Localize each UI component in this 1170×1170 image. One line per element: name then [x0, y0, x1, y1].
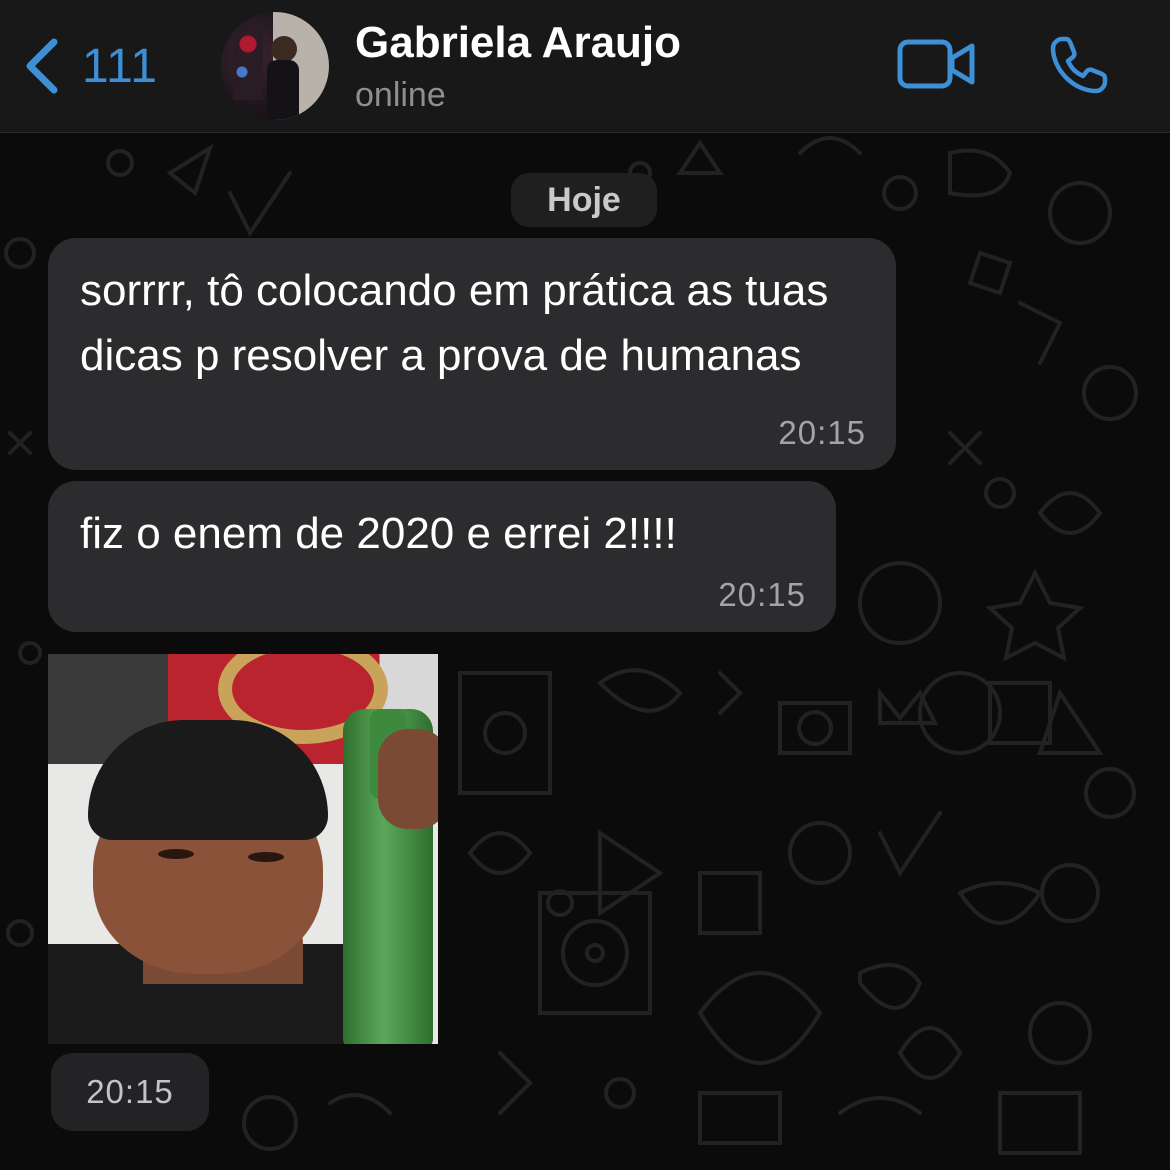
back-button[interactable]: 111 [22, 34, 172, 98]
image-message[interactable] [48, 654, 438, 1044]
contact-name[interactable]: Gabriela Araujo [355, 18, 681, 68]
chat-area[interactable]: Hoje sorrrr, tô colocando em prática as … [0, 133, 1170, 1170]
chevron-left-icon [22, 36, 62, 96]
image-message-time: 20:15 [51, 1053, 209, 1131]
message-bubble[interactable]: sorrrr, tô colocando em prática as tuas … [48, 238, 896, 470]
date-separator: Hoje [511, 173, 657, 227]
voice-call-button[interactable] [1048, 34, 1110, 96]
contact-status: online [355, 76, 446, 114]
message-text: sorrrr, tô colocando em prática as tuas … [80, 266, 829, 380]
message-time: 20:15 [778, 414, 866, 451]
avatar[interactable] [221, 12, 329, 120]
message-time: 20:15 [718, 576, 806, 613]
phone-icon [1048, 36, 1110, 100]
video-call-button[interactable] [896, 36, 976, 92]
message-text: fiz o enem de 2020 e errei 2!!!! [80, 509, 677, 558]
chat-header: 111 Gabriela Araujo online [0, 0, 1170, 133]
video-camera-icon [896, 39, 976, 96]
message-bubble[interactable]: fiz o enem de 2020 e errei 2!!!! 20:15 [48, 481, 836, 632]
unread-count: 111 [82, 39, 158, 93]
